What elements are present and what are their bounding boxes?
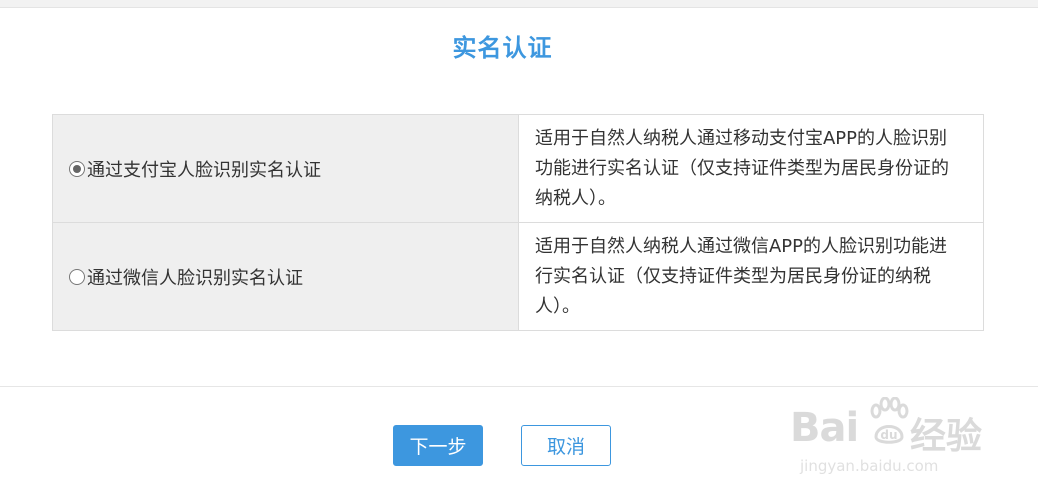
watermark-jingyan-text: 经验 xyxy=(910,416,983,457)
radio-alipay[interactable] xyxy=(69,160,85,177)
option-alipay-cell[interactable]: 通过支付宝人脸识别实名认证 xyxy=(52,114,519,223)
baidu-jingyan-watermark: Bai du 经验 jingyan.baidu.com xyxy=(790,395,990,485)
radio-wechat[interactable] xyxy=(69,268,85,285)
option-wechat-description: 适用于自然人纳税人通过微信APP的人脸识别功能进行实名认证（仅支持证件类型为居民… xyxy=(518,222,984,331)
watermark-bai-text: Bai xyxy=(790,405,859,451)
option-alipay-description: 适用于自然人纳税人通过移动支付宝APP的人脸识别功能进行实名认证（仅支持证件类型… xyxy=(518,114,984,223)
auth-options-table: 通过支付宝人脸识别实名认证 适用于自然人纳税人通过移动支付宝APP的人脸识别功能… xyxy=(52,114,984,331)
watermark-du-text: du xyxy=(880,428,897,442)
footer-divider xyxy=(0,386,1038,387)
watermark-url: jingyan.baidu.com xyxy=(800,457,939,475)
option-wechat-cell[interactable]: 通过微信人脸识别实名认证 xyxy=(52,222,519,331)
option-wechat-label: 通过微信人脸识别实名认证 xyxy=(87,267,303,289)
table-row: 通过微信人脸识别实名认证 适用于自然人纳税人通过微信APP的人脸识别功能进行实名… xyxy=(52,222,984,331)
table-row: 通过支付宝人脸识别实名认证 适用于自然人纳税人通过移动支付宝APP的人脸识别功能… xyxy=(52,114,984,223)
baidu-paw-icon: du xyxy=(870,397,909,444)
option-alipay-label: 通过支付宝人脸识别实名认证 xyxy=(87,159,321,181)
option-wechat[interactable]: 通过微信人脸识别实名认证 xyxy=(69,264,303,290)
cancel-button[interactable]: 取消 xyxy=(521,425,611,466)
option-alipay[interactable]: 通过支付宝人脸识别实名认证 xyxy=(69,156,321,182)
top-border xyxy=(0,0,1038,8)
dialog-title: 实名认证 xyxy=(452,34,553,62)
next-step-button[interactable]: 下一步 xyxy=(393,425,483,466)
